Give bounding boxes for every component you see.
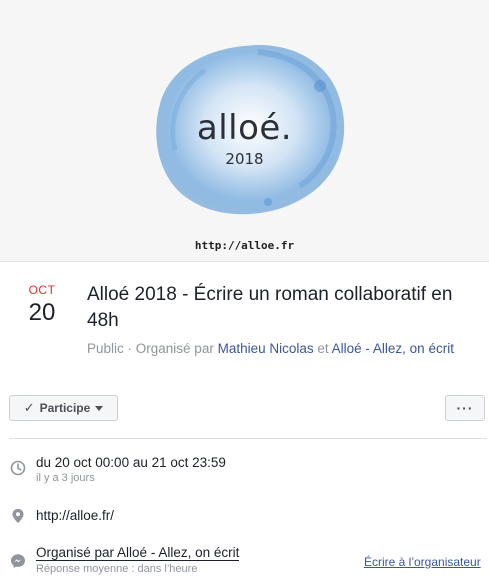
- event-month: OCT: [28, 283, 56, 297]
- meta-separator: ·: [123, 341, 136, 356]
- host-link-mathieu[interactable]: Mathieu Nicolas: [218, 341, 314, 356]
- and-label: et: [313, 341, 332, 356]
- response-time: Réponse moyenne : dans l’heure: [36, 563, 198, 575]
- event-title: Alloé 2018 - Écrire un roman collaborati…: [87, 284, 453, 331]
- event-meta: Public · Organisé par Mathieu Nicolas et…: [87, 339, 467, 358]
- organizer-link[interactable]: Organisé par Alloé - Allez, on écrit: [36, 545, 240, 561]
- more-options-button[interactable]: ···: [445, 395, 485, 421]
- cover-year-text: 2018: [225, 150, 264, 168]
- more-options-icon: ···: [456, 400, 474, 416]
- event-cover-image[interactable]: alloé. 2018 http://alloe.fr: [0, 0, 489, 262]
- check-icon: ✓: [23, 400, 35, 415]
- event-time-range[interactable]: du 20 oct 00:00 au 21 oct 23:59: [36, 455, 226, 470]
- divider: [9, 438, 487, 439]
- event-time-relative: il y a 3 jours: [36, 472, 95, 484]
- cover-url-text: http://alloe.fr: [194, 239, 295, 252]
- event-location-link[interactable]: http://alloe.fr/: [36, 508, 114, 523]
- going-button-label: Participe: [39, 401, 91, 415]
- cover-brand-text: alloé.: [196, 108, 293, 148]
- event-day: 20: [28, 299, 56, 326]
- contact-organizer-link[interactable]: Écrire à l’organisateur: [364, 555, 481, 569]
- messenger-icon: [11, 554, 25, 568]
- location-pin-icon: [12, 509, 24, 523]
- host-link-alloe[interactable]: Alloé - Allez, on écrit: [332, 341, 454, 356]
- going-button[interactable]: ✓ Participe: [9, 395, 118, 421]
- clock-icon: [10, 460, 26, 476]
- organized-by-label: Organisé par: [135, 341, 218, 356]
- event-date-block: OCT 20: [14, 283, 70, 327]
- event-privacy: Public: [87, 341, 124, 356]
- organizer-row[interactable]: Organisé par Alloé - Allez, on écrit: [36, 545, 240, 561]
- caret-down-icon: [95, 405, 104, 411]
